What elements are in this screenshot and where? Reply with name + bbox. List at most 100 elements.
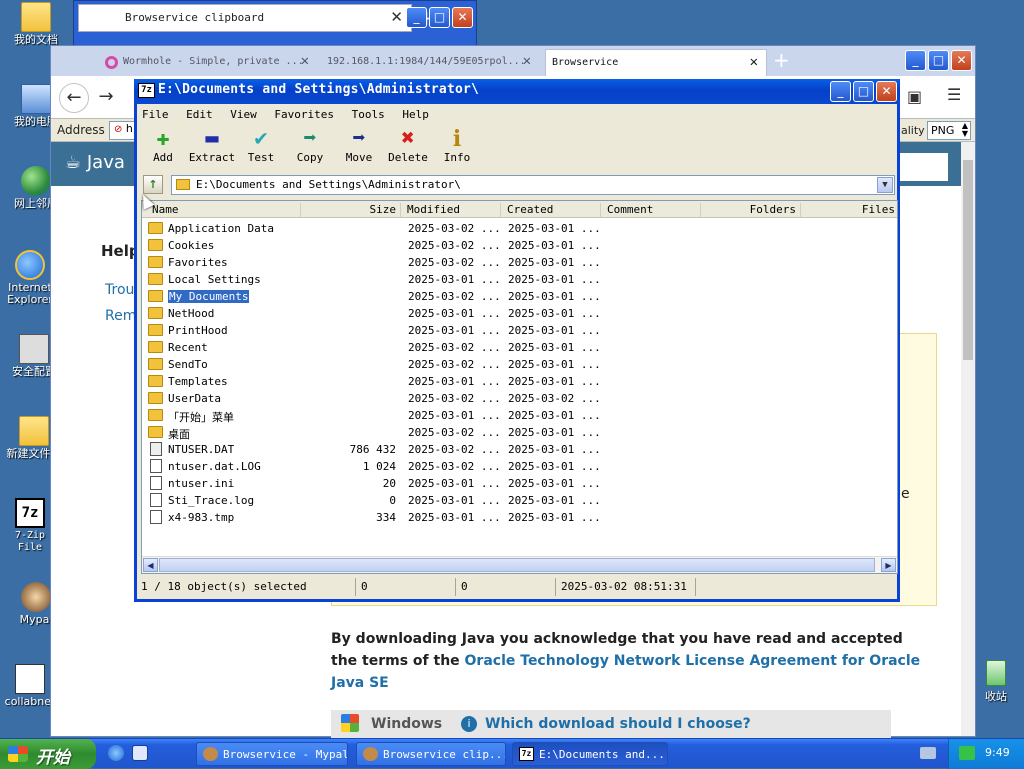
- tab-browservice[interactable]: Browservice ✕: [545, 49, 767, 76]
- move-button[interactable]: ➡ Move: [335, 127, 383, 165]
- tab-router[interactable]: 192.168.1.1:1984/144/59E05rpol... ✕: [321, 49, 539, 76]
- title-bar[interactable]: 7z E:\Documents and Settings\Administrat…: [134, 79, 900, 104]
- browser-window-clipboard[interactable]: Browservice clipboard ✕ + _ □ ✕: [73, 0, 477, 50]
- column-header-created[interactable]: Created: [500, 203, 600, 218]
- back-arrow-icon[interactable]: ←: [59, 83, 89, 113]
- info-button[interactable]: i Info: [433, 127, 481, 164]
- column-header-size[interactable]: Size: [300, 203, 400, 218]
- file-list-row[interactable]: My Documents 2025-03-02 ... 2025-03-01 ...: [142, 288, 897, 305]
- menu-favorites[interactable]: Favorites: [269, 105, 340, 121]
- extract-button[interactable]: ▬ Extract: [188, 127, 236, 165]
- file-list-row[interactable]: Cookies 2025-03-02 ... 2025-03-01 ...: [142, 237, 897, 254]
- file-list-row[interactable]: PrintHood 2025-03-01 ... 2025-03-01 ...: [142, 322, 897, 339]
- minimize-button[interactable]: _: [830, 81, 851, 102]
- which-download-link[interactable]: Which download should I choose?: [485, 716, 751, 732]
- task-button-browservice-mypal[interactable]: Browservice - Mypal: [196, 742, 348, 766]
- file-list-row[interactable]: ntuser.dat.LOG 1 024 2025-03-02 ... 2025-03…: [142, 458, 897, 475]
- file-icon: [150, 476, 162, 490]
- scroll-right-icon[interactable]: ▶: [881, 558, 896, 572]
- close-button[interactable]: ✕: [876, 81, 897, 102]
- network-tray-icon[interactable]: [920, 747, 936, 759]
- java-logo[interactable]: ☕ Java: [65, 152, 125, 173]
- file-list-row[interactable]: Local Settings 2025-03-01 ... 2025-03-01 .…: [142, 271, 897, 288]
- file-list-row[interactable]: NTUSER.DAT 786 432 2025-03-02 ... 2025-03-0…: [142, 441, 897, 458]
- add-button[interactable]: ✚ Add: [139, 127, 187, 165]
- minimize-button[interactable]: _: [406, 7, 427, 28]
- column-header-comment[interactable]: Comment: [600, 203, 700, 218]
- help-link-remove[interactable]: Rem: [105, 308, 136, 324]
- clock[interactable]: 9:49: [985, 746, 1010, 759]
- status-bar: 1 / 18 object(s) selected 0 0 2025-03-02…: [137, 576, 897, 598]
- task-button-browservice-clipboard[interactable]: Browservice clip...: [356, 742, 506, 766]
- cell-modified: 2025-03-02 ...: [408, 239, 501, 252]
- column-header-folders[interactable]: Folders: [700, 203, 800, 218]
- close-button[interactable]: ✕: [951, 50, 972, 71]
- cell-modified: 2025-03-02 ...: [408, 222, 501, 235]
- page-scrollbar[interactable]: [961, 142, 975, 736]
- task-button-7zip[interactable]: 7z E:\Documents and...: [512, 742, 668, 766]
- file-list-row[interactable]: Favorites 2025-03-02 ... 2025-03-01 ...: [142, 254, 897, 271]
- file-list-row[interactable]: x4-983.tmp 334 2025-03-01 ... 2025-03-01 ..…: [142, 509, 897, 526]
- column-header-modified[interactable]: Modified: [400, 203, 500, 218]
- tray-app-icon[interactable]: [959, 746, 975, 760]
- file-list-row[interactable]: Templates 2025-03-01 ... 2025-03-01 ...: [142, 373, 897, 390]
- maximize-button[interactable]: □: [429, 7, 450, 28]
- menu-edit[interactable]: Edit: [181, 105, 219, 121]
- copy-button[interactable]: ➡ Copy: [286, 127, 334, 165]
- cell-name: Local Settings: [168, 273, 261, 286]
- java-search-box[interactable]: [896, 153, 948, 181]
- desktop-icon-my-documents[interactable]: 我的文档: [6, 2, 66, 46]
- cell-name: Recent: [168, 341, 208, 354]
- file-list-row[interactable]: Recent 2025-03-02 ... 2025-03-01 ...: [142, 339, 897, 356]
- help-link-troubleshoot[interactable]: Trou: [105, 282, 134, 298]
- new-tab-button[interactable]: +: [773, 48, 790, 72]
- close-tab-icon[interactable]: ✕: [390, 8, 403, 26]
- close-tab-icon[interactable]: ✕: [301, 53, 309, 69]
- forward-arrow-icon[interactable]: →: [91, 83, 121, 113]
- menu-icon[interactable]: ☰: [947, 85, 961, 104]
- file-list-row[interactable]: SendTo 2025-03-02 ... 2025-03-01 ...: [142, 356, 897, 373]
- cell-created: 2025-03-01 ...: [508, 273, 601, 286]
- close-button[interactable]: ✕: [452, 7, 473, 28]
- menu-tools[interactable]: Tools: [347, 105, 391, 121]
- tab-title: Wormhole - Simple, private ...: [123, 56, 304, 67]
- delete-button[interactable]: ✖ Delete: [384, 127, 432, 165]
- horizontal-scrollbar[interactable]: ◀ ▶: [142, 556, 897, 573]
- file-list[interactable]: Name Size Modified Created Comment Folde…: [141, 200, 898, 574]
- column-header-name[interactable]: Name: [142, 203, 300, 218]
- close-tab-icon[interactable]: ✕: [750, 54, 758, 70]
- close-tab-icon[interactable]: ✕: [523, 53, 531, 69]
- menu-file[interactable]: File: [137, 105, 175, 121]
- file-list-row[interactable]: ntuser.ini 20 2025-03-01 ... 2025-03-01 ...: [142, 475, 897, 492]
- file-list-row[interactable]: Application Data 2025-03-02 ... 2025-03-01…: [142, 220, 897, 237]
- show-desktop-icon[interactable]: [132, 745, 148, 761]
- up-folder-icon[interactable]: ↑: [143, 175, 163, 194]
- test-button[interactable]: ✔ Test: [237, 127, 285, 165]
- 7zip-window[interactable]: 7z E:\Documents and Settings\Administrat…: [134, 79, 900, 602]
- menu-help[interactable]: Help: [397, 105, 435, 121]
- chevron-down-icon[interactable]: ▼: [877, 177, 893, 193]
- menu-view[interactable]: View: [225, 105, 263, 121]
- path-combobox[interactable]: E:\Documents and Settings\Administrator\…: [171, 175, 895, 195]
- file-list-row[interactable]: 「开始」菜单 2025-03-01 ... 2025-03-01 ...: [142, 407, 897, 424]
- folder-icon: [148, 239, 163, 251]
- file-list-row[interactable]: UserData 2025-03-02 ... 2025-03-02 ...: [142, 390, 897, 407]
- sidebar-icon[interactable]: ▣: [907, 87, 922, 106]
- desktop-icon-recycle-bin[interactable]: 收站: [976, 660, 1016, 704]
- start-button[interactable]: 开始: [0, 739, 96, 769]
- column-header-files[interactable]: Files: [800, 203, 897, 218]
- maximize-button[interactable]: □: [928, 50, 949, 71]
- minimize-button[interactable]: _: [905, 50, 926, 71]
- ie-quicklaunch-icon[interactable]: [108, 745, 124, 761]
- scroll-left-icon[interactable]: ◀: [143, 558, 158, 572]
- file-list-row[interactable]: Sti_Trace.log 0 2025-03-01 ... 2025-03-01 .…: [142, 492, 897, 509]
- cell-name: PrintHood: [168, 324, 228, 337]
- tab-browservice-clipboard[interactable]: Browservice clipboard ✕: [78, 4, 412, 32]
- file-list-row[interactable]: NetHood 2025-03-01 ... 2025-03-01 ...: [142, 305, 897, 322]
- quality-select[interactable]: PNG ▲ ▼: [927, 121, 971, 140]
- maximize-button[interactable]: □: [853, 81, 874, 102]
- scrollbar-thumb[interactable]: [159, 558, 875, 572]
- scrollbar-thumb[interactable]: [963, 160, 973, 360]
- tab-wormhole[interactable]: Wormhole - Simple, private ... ✕: [101, 49, 317, 76]
- file-list-row[interactable]: 桌面 2025-03-02 ... 2025-03-01 ...: [142, 424, 897, 441]
